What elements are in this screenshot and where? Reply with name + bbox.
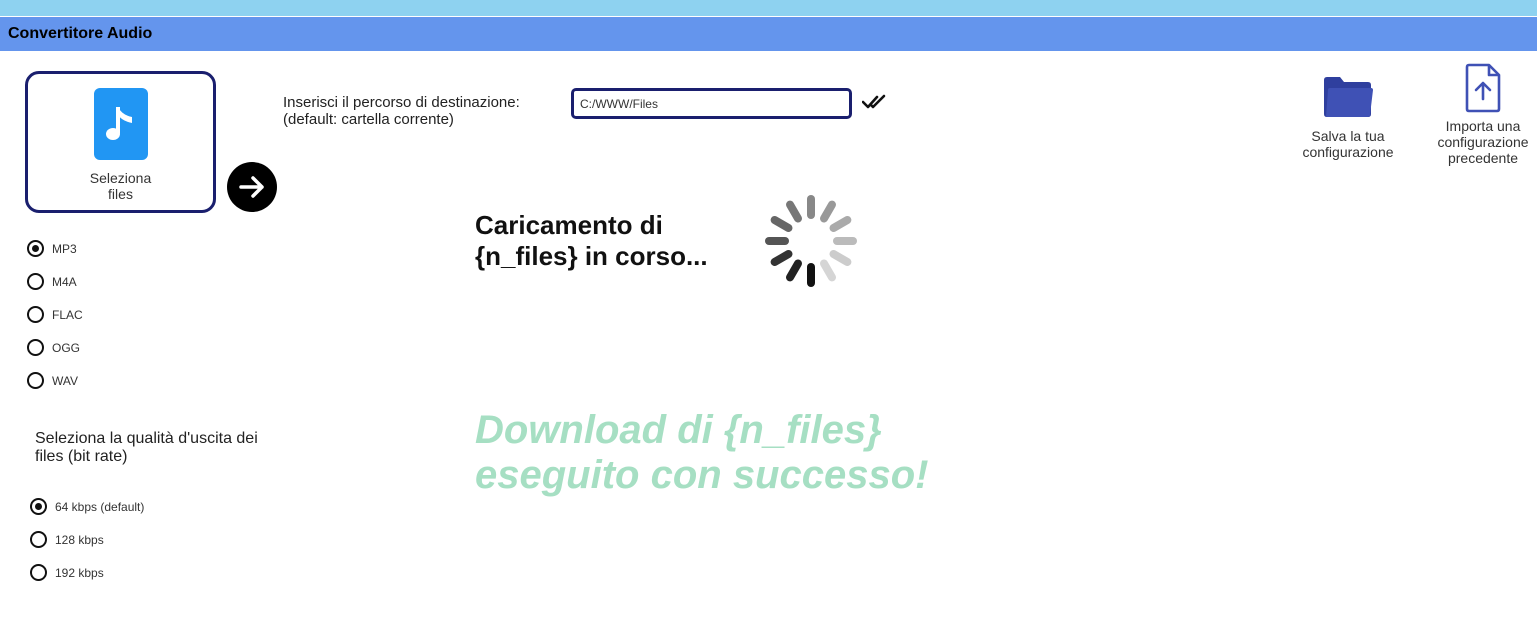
double-check-icon[interactable]	[862, 93, 888, 111]
music-note-icon	[94, 88, 148, 160]
select-files-button[interactable]: Seleziona files	[25, 71, 216, 213]
format-option-wav[interactable]: WAV	[27, 372, 78, 389]
success-line2: eseguito con successo!	[475, 453, 929, 497]
app-title: Convertitore Audio	[8, 25, 153, 42]
proceed-button[interactable]	[227, 162, 277, 212]
quality-title: Seleziona la qualità d'uscita dei files …	[35, 430, 258, 465]
loading-spinner-icon	[765, 195, 857, 287]
save-config-button[interactable]: Salva la tua configurazione	[1296, 74, 1400, 160]
format-option-m4a[interactable]: M4A	[27, 273, 77, 290]
quality-label: 64 kbps (default)	[55, 499, 145, 514]
title-bar: Convertitore Audio	[0, 17, 1537, 51]
format-label: MP3	[52, 241, 77, 256]
import-config-label: Importa una configurazione precedente	[1430, 118, 1536, 166]
spinner-segment	[829, 216, 852, 232]
folder-icon	[1324, 77, 1373, 117]
import-config-line2: configurazione	[1437, 134, 1529, 150]
spinner-segment	[820, 200, 836, 223]
save-config-line1: Salva la tua	[1311, 128, 1385, 144]
quality-label: 128 kbps	[55, 532, 104, 547]
loading-line2: {n_files} in corso...	[475, 241, 708, 271]
spinner-segment	[770, 250, 793, 266]
top-strip	[0, 0, 1537, 16]
radio-button[interactable]	[27, 240, 44, 257]
spinner-segment	[770, 216, 793, 232]
spinner-segment	[786, 259, 802, 282]
import-config-button[interactable]: Importa una configurazione precedente	[1430, 63, 1536, 166]
select-files-label: Seleziona files	[89, 170, 152, 202]
quality-option-192[interactable]: 192 kbps	[30, 564, 104, 581]
radio-button[interactable]	[30, 498, 47, 515]
format-label: M4A	[52, 274, 77, 289]
quality-option-64[interactable]: 64 kbps (default)	[30, 498, 144, 515]
format-option-flac[interactable]: FLAC	[27, 306, 83, 323]
radio-button[interactable]	[27, 306, 44, 323]
destination-label-line2: (default: cartella corrente)	[283, 111, 454, 128]
quality-label: 192 kbps	[55, 565, 104, 580]
import-config-line3: precedente	[1447, 150, 1519, 166]
spinner-segment	[786, 200, 802, 223]
import-config-line1: Importa una	[1445, 118, 1521, 134]
destination-label-line1: Inserisci il percorso di destinazione:	[283, 94, 520, 111]
radio-button[interactable]	[30, 531, 47, 548]
destination-path-input[interactable]	[571, 88, 852, 119]
format-label: OGG	[52, 340, 81, 355]
quality-option-128[interactable]: 128 kbps	[30, 531, 104, 548]
format-label: FLAC	[52, 307, 83, 322]
save-config-label: Salva la tua configurazione	[1296, 128, 1400, 160]
destination-label: Inserisci il percorso di destinazione: (…	[283, 94, 520, 128]
radio-button[interactable]	[27, 273, 44, 290]
success-line1: Download di {n_files}	[475, 408, 882, 452]
radio-button[interactable]	[30, 564, 47, 581]
save-config-line2: configurazione	[1302, 144, 1394, 160]
format-option-ogg[interactable]: OGG	[27, 339, 80, 356]
file-upload-icon	[1465, 63, 1501, 113]
success-message: Download di {n_files} eseguito con succe…	[475, 408, 928, 498]
arrow-right-icon	[239, 176, 264, 198]
spinner-segment	[820, 259, 836, 282]
format-label: WAV	[52, 373, 78, 388]
loading-line1: Caricamento di	[475, 210, 663, 240]
radio-button[interactable]	[27, 372, 44, 389]
radio-button[interactable]	[27, 339, 44, 356]
format-option-mp3[interactable]: MP3	[27, 240, 77, 257]
spinner-segment	[829, 250, 852, 266]
loading-message: Caricamento di {n_files} in corso...	[475, 210, 708, 272]
